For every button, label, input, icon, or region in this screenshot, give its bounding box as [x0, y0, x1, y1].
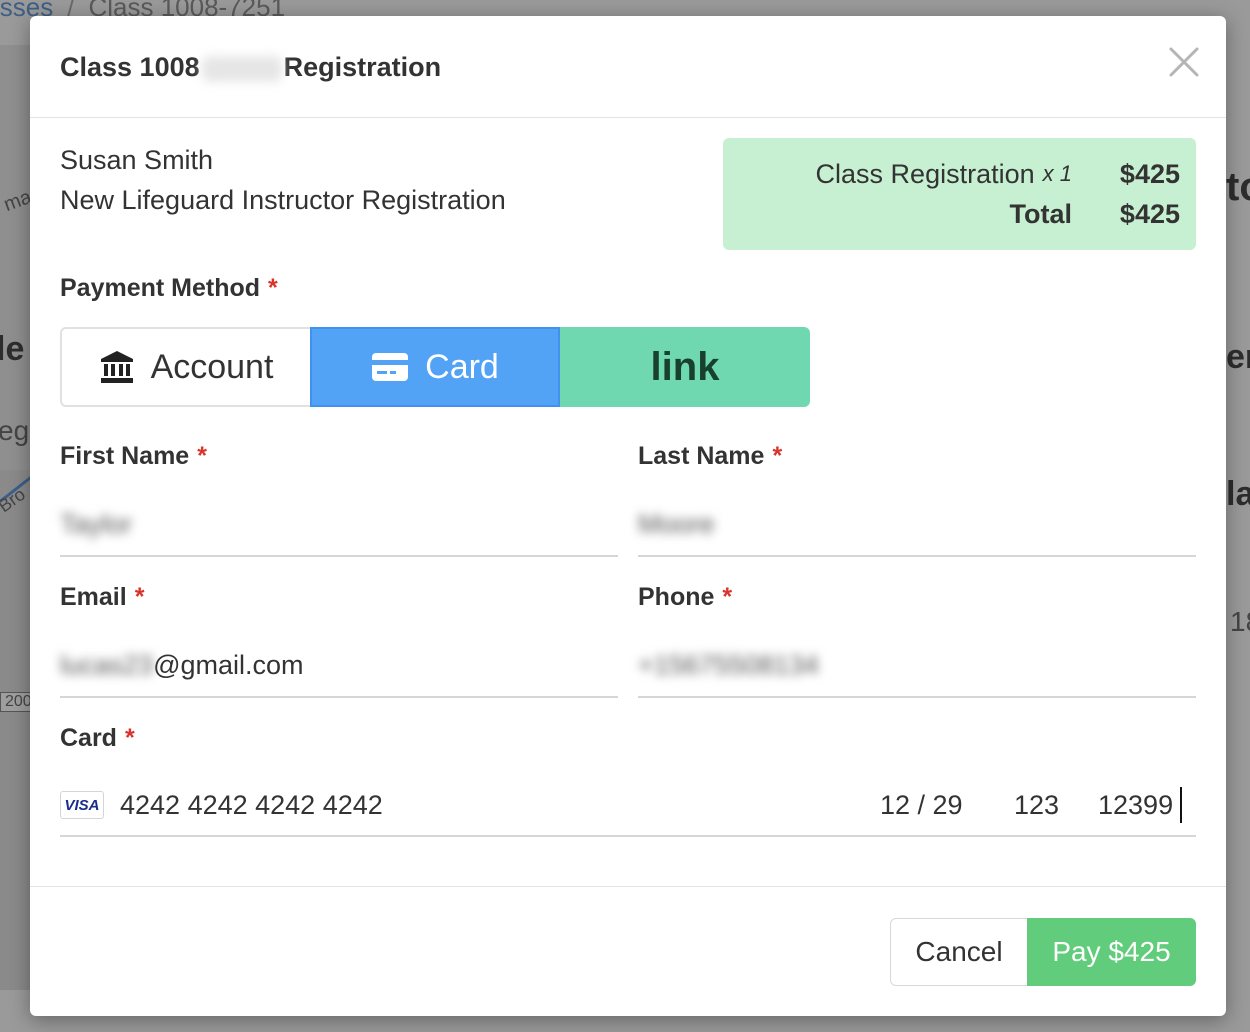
phone-underline — [638, 696, 1196, 698]
first-name-underline — [60, 555, 618, 557]
last-name-input[interactable]: Moore — [638, 509, 715, 540]
email-local-part: lucas23 — [60, 650, 154, 680]
payment-method-label-text: Payment Method — [60, 274, 261, 302]
order-summary: Class Registration x 1 $425 Total $425 — [723, 138, 1196, 250]
payment-option-account-label: Account — [150, 347, 274, 386]
required-mark: * — [772, 442, 783, 470]
card-number-input[interactable]: 4242 4242 4242 4242 — [120, 790, 383, 821]
visa-card-icon: VISA — [60, 791, 104, 819]
registration-type: New Lifeguard Instructor Registration — [60, 185, 506, 215]
phone-input[interactable]: +15675508134 — [638, 650, 819, 681]
close-icon[interactable] — [1168, 46, 1200, 78]
modal-title-prefix: Class 1008 — [60, 52, 200, 82]
card-expiry-input[interactable]: 12 / 29 — [880, 790, 963, 821]
required-mark: * — [197, 442, 207, 470]
card-underline — [60, 835, 1196, 837]
student-name: Susan Smith — [60, 145, 214, 175]
background-text-fragment: 18 — [1230, 606, 1250, 637]
redacted-class-id — [201, 55, 282, 82]
email-domain: @gmail.com — [153, 650, 304, 680]
email-label-text: Email — [60, 583, 127, 611]
payment-method-label: Payment Method * — [60, 274, 278, 303]
card-label-text: Card — [60, 724, 117, 752]
payment-option-card-label: Card — [425, 347, 499, 386]
summary-line-qty: x 1 — [1042, 161, 1072, 186]
registration-modal: Class 1008 Registration Susan Smith New L… — [30, 16, 1226, 1016]
phone-label-text: Phone — [638, 583, 715, 611]
first-name-label-text: First Name — [60, 442, 190, 470]
last-name-label-text: Last Name — [638, 442, 765, 470]
summary-line-item: Class Registration x 1 $425 — [723, 154, 1180, 194]
modal-title: Class 1008 Registration — [60, 52, 441, 83]
payment-option-account[interactable]: Account — [60, 327, 310, 407]
background-text-fragment: er — [1226, 338, 1250, 376]
background-text-fragment: eg — [0, 415, 30, 446]
background-sidebar — [0, 45, 30, 475]
first-name-input[interactable]: Taylor — [60, 509, 132, 540]
text-cursor — [1180, 787, 1182, 823]
background-map — [0, 470, 30, 990]
email-label: Email * — [60, 583, 144, 612]
required-mark: * — [722, 583, 733, 611]
card-label: Card * — [60, 724, 135, 753]
modal-header: Class 1008 Registration — [30, 16, 1226, 118]
summary-total-amount: $425 — [1119, 198, 1180, 229]
last-name-label: Last Name * — [638, 442, 782, 471]
email-underline — [60, 696, 618, 698]
first-name-label: First Name * — [60, 442, 207, 471]
summary-total-label: Total — [1009, 198, 1073, 229]
cancel-button[interactable]: Cancel — [890, 918, 1028, 986]
registration-info: Susan Smith New Lifeguard Instructor Reg… — [60, 140, 506, 220]
credit-card-icon — [372, 353, 409, 381]
background-text-fragment: le — [0, 330, 25, 368]
payment-option-card[interactable]: Card — [310, 327, 560, 407]
summary-line-amount: $425 — [1119, 158, 1180, 189]
background-text-fragment: la — [1226, 475, 1250, 513]
pay-button[interactable]: Pay $425 — [1027, 918, 1196, 986]
background-text-fragment: to — [1226, 165, 1250, 209]
payment-method-selector: Account Card link — [60, 327, 810, 407]
link-logo: link — [650, 344, 720, 389]
phone-label: Phone * — [638, 583, 732, 612]
payment-option-link[interactable]: link — [560, 327, 810, 407]
modal-title-suffix: Registration — [283, 52, 442, 82]
bank-icon — [100, 351, 133, 383]
required-mark: * — [268, 274, 278, 302]
card-zip-input[interactable]: 12399 — [1098, 790, 1173, 821]
summary-line-label: Class Registration — [815, 158, 1035, 189]
summary-total: Total $425 — [723, 194, 1181, 234]
required-mark: * — [124, 724, 135, 752]
card-cvc-input[interactable]: 123 — [1014, 790, 1059, 821]
last-name-underline — [638, 555, 1196, 557]
required-mark: * — [134, 583, 145, 611]
email-input[interactable]: lucas23@gmail.com — [60, 650, 304, 681]
